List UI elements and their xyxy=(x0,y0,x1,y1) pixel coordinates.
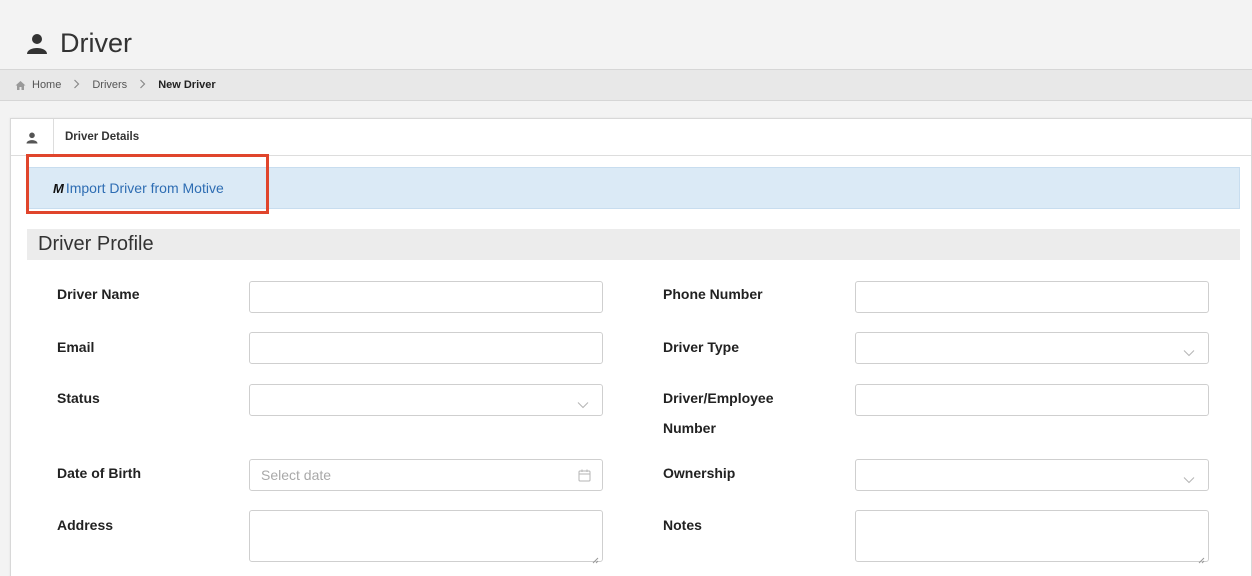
chevron-down-icon xyxy=(577,396,589,409)
date-of-birth-label: Date of Birth xyxy=(57,465,141,481)
date-of-birth-picker[interactable]: Select date xyxy=(249,459,603,491)
email-label: Email xyxy=(57,339,95,355)
driver-details-panel: Driver Details M Import Driver from Moti… xyxy=(10,118,1252,576)
phone-number-input[interactable] xyxy=(855,281,1209,313)
status-label: Status xyxy=(57,390,100,406)
notes-textarea[interactable] xyxy=(855,510,1209,564)
email-input[interactable] xyxy=(249,332,603,364)
driver-name-input[interactable] xyxy=(249,281,603,313)
notes-label: Notes xyxy=(663,517,702,533)
chevron-right-icon xyxy=(139,79,146,92)
address-textarea[interactable] xyxy=(249,510,603,564)
import-driver-label: Import Driver from Motive xyxy=(65,180,224,196)
panel-header-icon-wrap xyxy=(11,118,54,156)
status-select[interactable] xyxy=(249,384,603,416)
driver-name-label: Driver Name xyxy=(57,286,140,302)
resize-handle-icon[interactable] xyxy=(592,551,599,564)
panel-header: Driver Details xyxy=(11,118,1251,156)
driver-type-select[interactable] xyxy=(855,332,1209,364)
breadcrumb-current: New Driver xyxy=(158,79,216,91)
employee-number-label-line1: Driver/Employee xyxy=(663,390,774,406)
calendar-icon xyxy=(578,469,591,482)
ownership-label: Ownership xyxy=(663,465,736,481)
chevron-right-icon xyxy=(73,79,80,92)
breadcrumb: Home Drivers New Driver xyxy=(0,69,1252,101)
date-placeholder: Select date xyxy=(261,467,332,483)
import-alert: M Import Driver from Motive xyxy=(27,167,1240,209)
resize-handle-icon[interactable] xyxy=(1198,551,1205,564)
employee-number-label-line2: Number xyxy=(663,420,716,436)
address-label: Address xyxy=(57,517,114,533)
home-icon[interactable] xyxy=(15,80,26,91)
breadcrumb-home[interactable]: Home xyxy=(32,79,61,91)
chevron-down-icon xyxy=(1183,471,1195,484)
user-icon xyxy=(26,33,48,55)
breadcrumb-drivers[interactable]: Drivers xyxy=(92,79,127,91)
page-header: Driver xyxy=(26,28,132,59)
chevron-down-icon xyxy=(1183,344,1195,357)
user-icon xyxy=(26,131,38,144)
driver-type-label: Driver Type xyxy=(663,339,739,355)
motive-logo-icon: M xyxy=(53,180,64,196)
employee-number-input[interactable] xyxy=(855,384,1209,416)
panel-title: Driver Details xyxy=(65,131,140,143)
ownership-select[interactable] xyxy=(855,459,1209,491)
page-title: Driver xyxy=(60,28,132,58)
section-title: Driver Profile xyxy=(27,229,1240,260)
phone-number-label: Phone Number xyxy=(663,286,763,302)
import-driver-link[interactable]: M Import Driver from Motive xyxy=(53,180,224,196)
